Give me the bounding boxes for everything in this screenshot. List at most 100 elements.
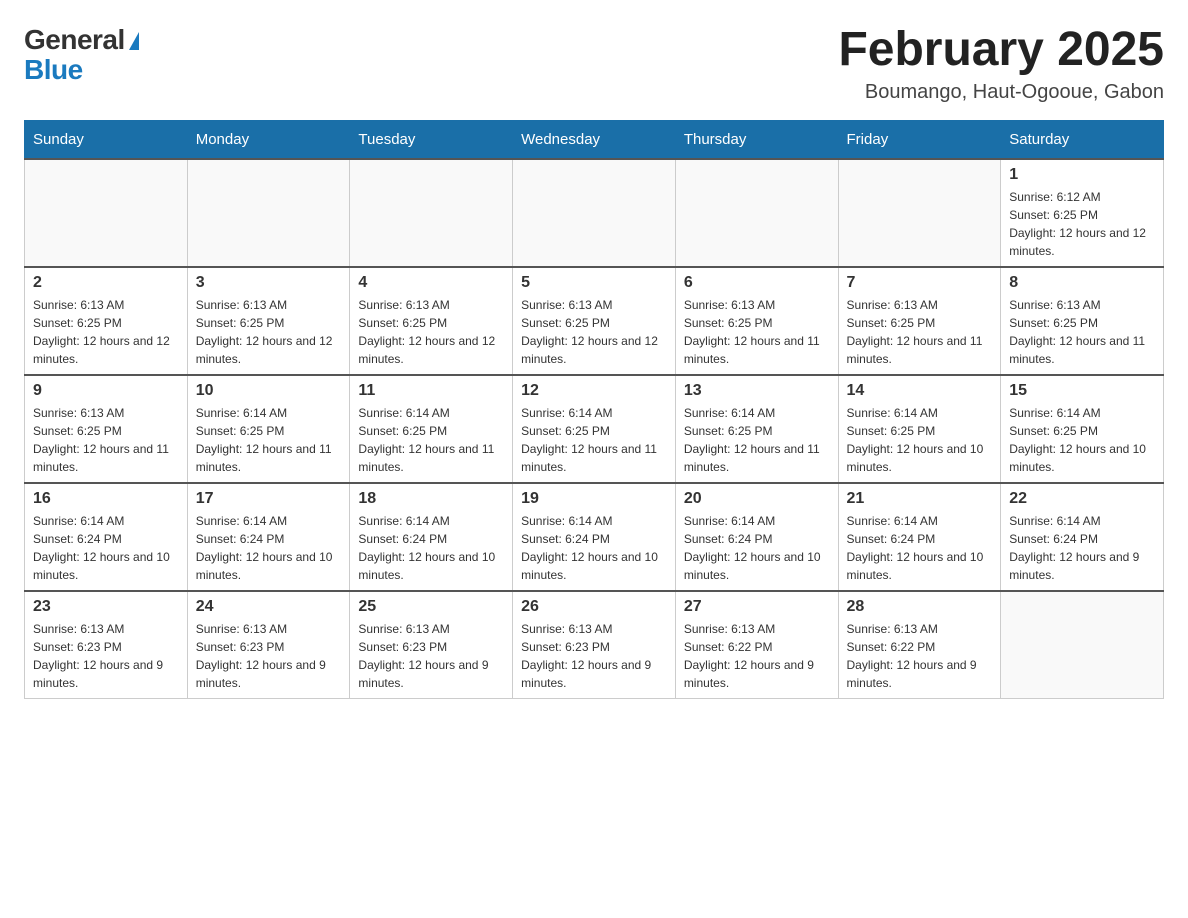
- calendar-cell: 10Sunrise: 6:14 AM Sunset: 6:25 PM Dayli…: [187, 375, 350, 483]
- calendar-cell: [1001, 591, 1164, 699]
- day-number: 6: [684, 274, 830, 292]
- calendar-cell: 13 Sunrise: 6:14 AM Sunset: 6:25 PM Dayli…: [675, 375, 838, 483]
- day-info: Sunrise: 6:14 AM Sunset: 6:24 PM Dayligh…: [684, 512, 830, 584]
- day-number: 28: [847, 598, 993, 616]
- day-info: Sunrise: 6:13 AM Sunset: 6:23 PM Dayligh…: [358, 620, 504, 692]
- day-info: Sunrise: 6:14 AM Sunset: 6:24 PM Dayligh…: [358, 512, 504, 584]
- day-info: Sunrise: 6:14 AM Sunset: 6:24 PM Dayligh…: [521, 512, 667, 584]
- day-info: Sunrise: 6:14 AM Sunset: 6:24 PM Dayligh…: [196, 512, 342, 584]
- logo: General Blue: [24, 24, 139, 84]
- calendar-cell: 3 Sunrise: 6:13 AM Sunset: 6:25 PM Daylig…: [187, 267, 350, 375]
- header-day-thursday: Thursday: [675, 120, 838, 159]
- day-number: 8: [1009, 274, 1155, 292]
- day-number: 13: [684, 382, 830, 400]
- day-info: Sunrise: 6:12 AM Sunset: 6:25 PM Dayligh…: [1009, 188, 1155, 260]
- calendar-cell: 4 Sunrise: 6:13 AM Sunset: 6:25 PM Daylig…: [350, 267, 513, 375]
- week-row-5: 23 Sunrise: 6:13 AM Sunset: 6:23 PM Dayli…: [25, 591, 1164, 699]
- day-info: Sunrise: 6:14 AM Sunset: 6:25 PM Dayligh…: [684, 404, 830, 476]
- day-info: Sunrise: 6:14 AM Sunset: 6:25 PM Dayligh…: [196, 404, 342, 476]
- header-day-saturday: Saturday: [1001, 120, 1164, 159]
- calendar-cell: 17 Sunrise: 6:14 AM Sunset: 6:24 PM Dayli…: [187, 483, 350, 591]
- calendar-cell: [25, 159, 188, 267]
- header: General Blue February 2025 Boumango, Hau…: [24, 24, 1164, 104]
- day-info: Sunrise: 6:14 AM Sunset: 6:25 PM Dayligh…: [358, 404, 504, 476]
- calendar-cell: 7 Sunrise: 6:13 AM Sunset: 6:25 PM Daylig…: [838, 267, 1001, 375]
- day-number: 20: [684, 490, 830, 508]
- day-number: 24: [196, 598, 342, 616]
- week-row-3: 9 Sunrise: 6:13 AM Sunset: 6:25 PM Daylig…: [25, 375, 1164, 483]
- day-number: 4: [358, 274, 504, 292]
- calendar-cell: [350, 159, 513, 267]
- day-number: 2: [33, 274, 179, 292]
- day-number: 11: [358, 382, 504, 400]
- day-number: 26: [521, 598, 667, 616]
- logo-blue-text: Blue: [24, 54, 83, 85]
- day-info: Sunrise: 6:13 AM Sunset: 6:25 PM Dayligh…: [358, 296, 504, 368]
- logo-general-text: General: [24, 24, 125, 55]
- calendar-cell: 23 Sunrise: 6:13 AM Sunset: 6:23 PM Dayli…: [25, 591, 188, 699]
- day-number: 16: [33, 490, 179, 508]
- day-info: Sunrise: 6:14 AM Sunset: 6:25 PM Dayligh…: [521, 404, 667, 476]
- day-number: 15: [1009, 382, 1155, 400]
- day-number: 23: [33, 598, 179, 616]
- day-number: 22: [1009, 490, 1155, 508]
- title-area: February 2025 Boumango, Haut-Ogooue, Gab…: [838, 24, 1164, 104]
- day-info: Sunrise: 6:14 AM Sunset: 6:25 PM Dayligh…: [847, 404, 993, 476]
- calendar-cell: 16 Sunrise: 6:14 AM Sunset: 6:24 PM Dayli…: [25, 483, 188, 591]
- calendar-cell: 12 Sunrise: 6:14 AM Sunset: 6:25 PM Dayli…: [513, 375, 676, 483]
- calendar-cell: 19Sunrise: 6:14 AM Sunset: 6:24 PM Dayli…: [513, 483, 676, 591]
- day-info: Sunrise: 6:14 AM Sunset: 6:24 PM Dayligh…: [33, 512, 179, 584]
- day-info: Sunrise: 6:14 AM Sunset: 6:24 PM Dayligh…: [847, 512, 993, 584]
- calendar-cell: 21Sunrise: 6:14 AM Sunset: 6:24 PM Dayli…: [838, 483, 1001, 591]
- header-day-wednesday: Wednesday: [513, 120, 676, 159]
- week-row-2: 2 Sunrise: 6:13 AM Sunset: 6:25 PM Daylig…: [25, 267, 1164, 375]
- week-row-4: 16 Sunrise: 6:14 AM Sunset: 6:24 PM Dayli…: [25, 483, 1164, 591]
- calendar-cell: 14 Sunrise: 6:14 AM Sunset: 6:25 PM Dayli…: [838, 375, 1001, 483]
- day-info: Sunrise: 6:13 AM Sunset: 6:23 PM Dayligh…: [196, 620, 342, 692]
- day-number: 27: [684, 598, 830, 616]
- header-day-sunday: Sunday: [25, 120, 188, 159]
- calendar-cell: 8 Sunrise: 6:13 AM Sunset: 6:25 PM Daylig…: [1001, 267, 1164, 375]
- day-info: Sunrise: 6:13 AM Sunset: 6:23 PM Dayligh…: [33, 620, 179, 692]
- day-number: 7: [847, 274, 993, 292]
- calendar-cell: 6Sunrise: 6:13 AM Sunset: 6:25 PM Daylig…: [675, 267, 838, 375]
- day-info: Sunrise: 6:13 AM Sunset: 6:25 PM Dayligh…: [1009, 296, 1155, 368]
- location-title: Boumango, Haut-Ogooue, Gabon: [838, 81, 1164, 104]
- day-number: 14: [847, 382, 993, 400]
- day-info: Sunrise: 6:13 AM Sunset: 6:25 PM Dayligh…: [33, 296, 179, 368]
- calendar-cell: 1 Sunrise: 6:12 AM Sunset: 6:25 PM Daylig…: [1001, 159, 1164, 267]
- day-number: 3: [196, 274, 342, 292]
- day-info: Sunrise: 6:13 AM Sunset: 6:25 PM Dayligh…: [33, 404, 179, 476]
- logo-triangle-icon: [129, 32, 139, 50]
- day-number: 12: [521, 382, 667, 400]
- day-info: Sunrise: 6:13 AM Sunset: 6:25 PM Dayligh…: [521, 296, 667, 368]
- day-number: 1: [1009, 166, 1155, 184]
- calendar-cell: 27 Sunrise: 6:13 AM Sunset: 6:22 PM Dayli…: [675, 591, 838, 699]
- day-info: Sunrise: 6:13 AM Sunset: 6:25 PM Dayligh…: [196, 296, 342, 368]
- calendar-body: 1 Sunrise: 6:12 AM Sunset: 6:25 PM Daylig…: [25, 159, 1164, 699]
- day-number: 9: [33, 382, 179, 400]
- day-number: 25: [358, 598, 504, 616]
- calendar-cell: [838, 159, 1001, 267]
- calendar-cell: 9 Sunrise: 6:13 AM Sunset: 6:25 PM Daylig…: [25, 375, 188, 483]
- calendar-cell: 25 Sunrise: 6:13 AM Sunset: 6:23 PM Dayli…: [350, 591, 513, 699]
- calendar-header: SundayMondayTuesdayWednesdayThursdayFrid…: [25, 120, 1164, 159]
- day-info: Sunrise: 6:13 AM Sunset: 6:22 PM Dayligh…: [684, 620, 830, 692]
- day-number: 17: [196, 490, 342, 508]
- day-info: Sunrise: 6:13 AM Sunset: 6:23 PM Dayligh…: [521, 620, 667, 692]
- calendar-cell: 5 Sunrise: 6:13 AM Sunset: 6:25 PM Daylig…: [513, 267, 676, 375]
- header-day-monday: Monday: [187, 120, 350, 159]
- day-info: Sunrise: 6:13 AM Sunset: 6:22 PM Dayligh…: [847, 620, 993, 692]
- calendar-cell: [675, 159, 838, 267]
- day-info: Sunrise: 6:13 AM Sunset: 6:25 PM Dayligh…: [847, 296, 993, 368]
- calendar-cell: 18Sunrise: 6:14 AM Sunset: 6:24 PM Dayli…: [350, 483, 513, 591]
- calendar-cell: [187, 159, 350, 267]
- header-day-friday: Friday: [838, 120, 1001, 159]
- day-number: 5: [521, 274, 667, 292]
- calendar-cell: [513, 159, 676, 267]
- header-day-tuesday: Tuesday: [350, 120, 513, 159]
- week-row-1: 1 Sunrise: 6:12 AM Sunset: 6:25 PM Daylig…: [25, 159, 1164, 267]
- calendar-cell: 26 Sunrise: 6:13 AM Sunset: 6:23 PM Dayli…: [513, 591, 676, 699]
- calendar-cell: 11 Sunrise: 6:14 AM Sunset: 6:25 PM Dayli…: [350, 375, 513, 483]
- day-info: Sunrise: 6:14 AM Sunset: 6:25 PM Dayligh…: [1009, 404, 1155, 476]
